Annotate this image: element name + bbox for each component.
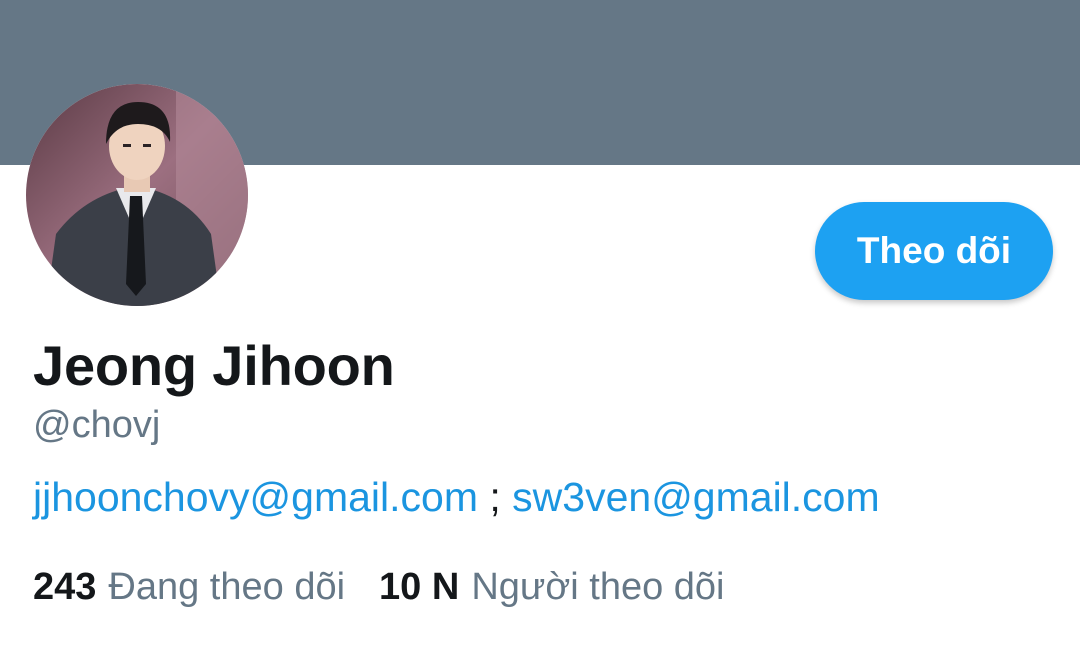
- followers-count: 10 N: [379, 566, 460, 608]
- profile-name: Jeong Jihoon: [33, 334, 395, 397]
- following-stat[interactable]: 243 Đang theo dõi: [33, 566, 345, 609]
- bio-separator: ;: [477, 474, 513, 520]
- avatar-photo-icon: [26, 84, 248, 306]
- profile-bio: jjhoonchovy@gmail.com ; sw3ven@gmail.com: [33, 474, 880, 521]
- avatar[interactable]: [26, 84, 248, 306]
- following-label: Đang theo dõi: [108, 566, 346, 608]
- bio-email-link-1[interactable]: jjhoonchovy@gmail.com: [33, 474, 478, 520]
- profile-stats: 243 Đang theo dõi 10 N Người theo dõi: [33, 566, 725, 609]
- profile-page: Theo dõi Jeong Jihoon @chovj jjhoonchovy…: [0, 0, 1080, 658]
- following-count: 243: [33, 566, 97, 608]
- followers-stat[interactable]: 10 N Người theo dõi: [379, 566, 724, 609]
- followers-label: Người theo dõi: [471, 566, 725, 608]
- profile-handle: @chovj: [33, 404, 161, 446]
- follow-button[interactable]: Theo dõi: [815, 202, 1053, 300]
- bio-email-link-2[interactable]: sw3ven@gmail.com: [512, 474, 879, 520]
